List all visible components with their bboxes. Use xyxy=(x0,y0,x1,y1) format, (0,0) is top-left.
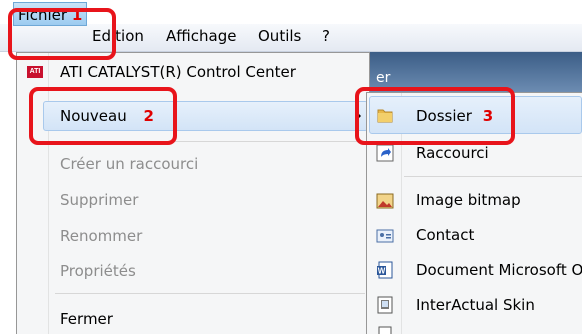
highlight-box-nouveau xyxy=(29,87,177,145)
highlight-box-fichier xyxy=(8,8,116,60)
menu-separator xyxy=(55,293,365,294)
menu-affichage[interactable]: Affichage xyxy=(166,26,236,46)
submenu-item-image-bitmap[interactable]: Image bitmap xyxy=(416,189,521,211)
menu-item-properties[interactable]: Propriétés xyxy=(60,260,136,282)
menu-item-rename[interactable]: Renommer xyxy=(60,225,142,247)
menu-item-ati-catalyst[interactable]: ATI CATALYST(R) Control Center xyxy=(60,61,296,83)
menu-item-delete[interactable]: Supprimer xyxy=(60,189,138,211)
highlight-box-dossier xyxy=(355,87,515,145)
menu-item-close[interactable]: Fermer xyxy=(60,308,113,330)
menu-item-create-shortcut[interactable]: Créer un raccourci xyxy=(60,153,198,175)
skin-file-icon xyxy=(377,296,393,314)
submenu-item-word-document[interactable]: Document Microsoft O xyxy=(416,259,582,281)
word-document-icon: W xyxy=(377,261,393,279)
ati-logo-icon: ATI xyxy=(27,66,43,78)
submenu-item-contact[interactable]: Contact xyxy=(416,224,474,246)
background-window-titlebar xyxy=(370,52,582,92)
submenu-item-interactual-skin[interactable]: InterActual Skin xyxy=(416,294,535,316)
menu-help[interactable]: ? xyxy=(322,26,330,46)
bitmap-image-icon xyxy=(376,193,394,209)
contact-card-icon xyxy=(376,229,394,243)
submenu-separator xyxy=(404,176,582,177)
shortcut-icon xyxy=(376,144,394,162)
submenu-item-raccourci[interactable]: Raccourci xyxy=(416,142,489,164)
menu-outils[interactable]: Outils xyxy=(258,26,301,46)
document-icon xyxy=(378,326,392,334)
svg-text:W: W xyxy=(378,267,386,276)
background-window-title: er xyxy=(376,70,391,86)
